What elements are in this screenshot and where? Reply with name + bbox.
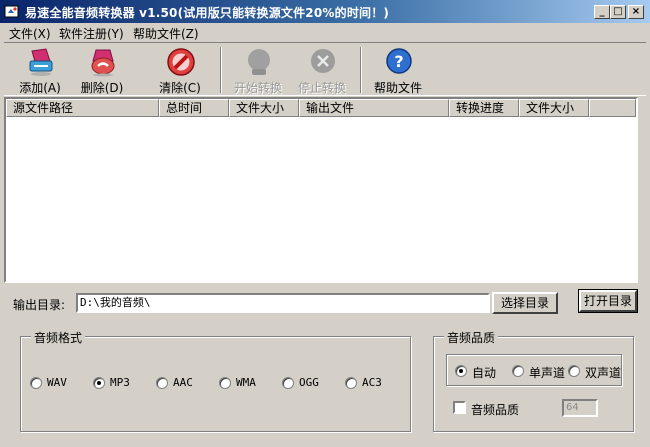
delete-button-label: 删除(D) <box>80 81 124 95</box>
delete-icon <box>91 49 115 77</box>
audio-quality-group: 音频品质 自动 单声道 双声道 音频品质 64 <box>433 329 634 432</box>
select-dir-button[interactable]: 选择目录 <box>492 292 558 314</box>
column-filler <box>589 99 636 117</box>
column-file-size[interactable]: 文件大小 <box>229 99 299 117</box>
menu-bar: 文件(X) 软件注册(Y) 帮助文件(Z) <box>0 23 650 42</box>
menu-register[interactable]: 软件注册(Y) <box>59 25 124 42</box>
column-source-path[interactable]: 源文件路径 <box>6 99 159 117</box>
close-button[interactable]: × <box>628 5 644 19</box>
column-output-size[interactable]: 文件大小 <box>519 99 589 117</box>
start-convert-icon <box>248 49 270 75</box>
format-label-aac: AAC <box>173 376 193 389</box>
toolbar: 添加(A) 删除(D) 清除(C) 开始转换 停止转换 ? 帮助文件 <box>4 42 646 96</box>
window-title: 易速全能音频转换器 v1.50(试用版只能转换源文件20%的时间！) <box>25 6 390 20</box>
radio-dot-selected <box>455 365 467 377</box>
minimize-button[interactable]: _ <box>594 5 610 19</box>
toolbar-separator <box>360 47 362 93</box>
radio-dot <box>156 377 168 389</box>
toolbar-separator <box>220 47 222 93</box>
add-button[interactable]: 添加(A) <box>8 45 72 95</box>
help-button-label: 帮助文件 <box>373 81 422 95</box>
radio-dot <box>219 377 231 389</box>
audio-quality-title: 音频品质 <box>444 329 499 346</box>
svg-text:?: ? <box>394 52 403 71</box>
audio-format-group: 音频格式 WAV MP3 AAC WMA OGG AC3 <box>20 329 411 432</box>
app-logo-icon <box>4 5 19 18</box>
stop-convert-icon <box>311 49 335 73</box>
menu-help[interactable]: 帮助文件(Z) <box>133 25 199 42</box>
channel-label-auto: 自动 <box>472 366 497 380</box>
clear-button-label: 清除(C) <box>159 81 201 95</box>
radio-dot-selected <box>93 377 105 389</box>
radio-dot <box>345 377 357 389</box>
stop-convert-button[interactable]: 停止转换 <box>290 45 354 95</box>
quality-checkbox-label: 音频品质 <box>471 403 520 417</box>
add-button-label: 添加(A) <box>19 81 61 95</box>
clear-button[interactable]: 清除(C) <box>148 45 212 95</box>
column-progress[interactable]: 转换进度 <box>449 99 519 117</box>
maximize-button[interactable]: □ <box>610 5 626 19</box>
audio-format-title: 音频格式 <box>31 329 86 346</box>
radio-dot <box>282 377 294 389</box>
column-output-file[interactable]: 输出文件 <box>299 99 449 117</box>
channel-options-box: 自动 单声道 双声道 <box>446 354 622 386</box>
radio-dot <box>568 365 580 377</box>
start-convert-button[interactable]: 开始转换 <box>226 45 290 95</box>
output-dir-input[interactable]: D:\我的音频\ <box>76 293 490 313</box>
start-convert-label: 开始转换 <box>233 81 282 95</box>
app-window: 易速全能音频转换器 v1.50(试用版只能转换源文件20%的时间！) _ □ ×… <box>0 0 650 447</box>
channel-label-mono: 单声道 <box>529 366 566 380</box>
format-label-ac3: AC3 <box>362 376 382 389</box>
radio-dot <box>30 377 42 389</box>
title-bar[interactable]: 易速全能音频转换器 v1.50(试用版只能转换源文件20%的时间！) _ □ × <box>0 0 650 23</box>
menu-file[interactable]: 文件(X) <box>9 25 51 42</box>
column-total-time[interactable]: 总时间 <box>159 99 229 117</box>
help-button[interactable]: ? 帮助文件 <box>366 45 430 95</box>
channel-label-stereo: 双声道 <box>585 366 622 380</box>
delete-button[interactable]: 删除(D) <box>70 45 134 95</box>
open-dir-button[interactable]: 打开目录 <box>578 289 638 313</box>
file-list-header: 源文件路径 总时间 文件大小 输出文件 转换进度 文件大小 <box>6 99 636 117</box>
file-list[interactable]: 源文件路径 总时间 文件大小 输出文件 转换进度 文件大小 <box>4 97 638 283</box>
format-label-wma: WMA <box>236 376 256 389</box>
format-label-mp3: MP3 <box>110 376 130 389</box>
format-label-ogg: OGG <box>299 376 319 389</box>
radio-dot <box>512 365 524 377</box>
quality-checkbox[interactable] <box>453 401 466 414</box>
add-file-icon <box>29 48 53 76</box>
quality-value-input[interactable]: 64 <box>562 399 598 417</box>
stop-convert-label: 停止转换 <box>297 81 346 95</box>
output-dir-label: 输出目录: <box>13 298 66 312</box>
help-icon: ? <box>386 48 412 74</box>
clear-icon <box>167 48 195 76</box>
format-label-wav: WAV <box>47 376 67 389</box>
